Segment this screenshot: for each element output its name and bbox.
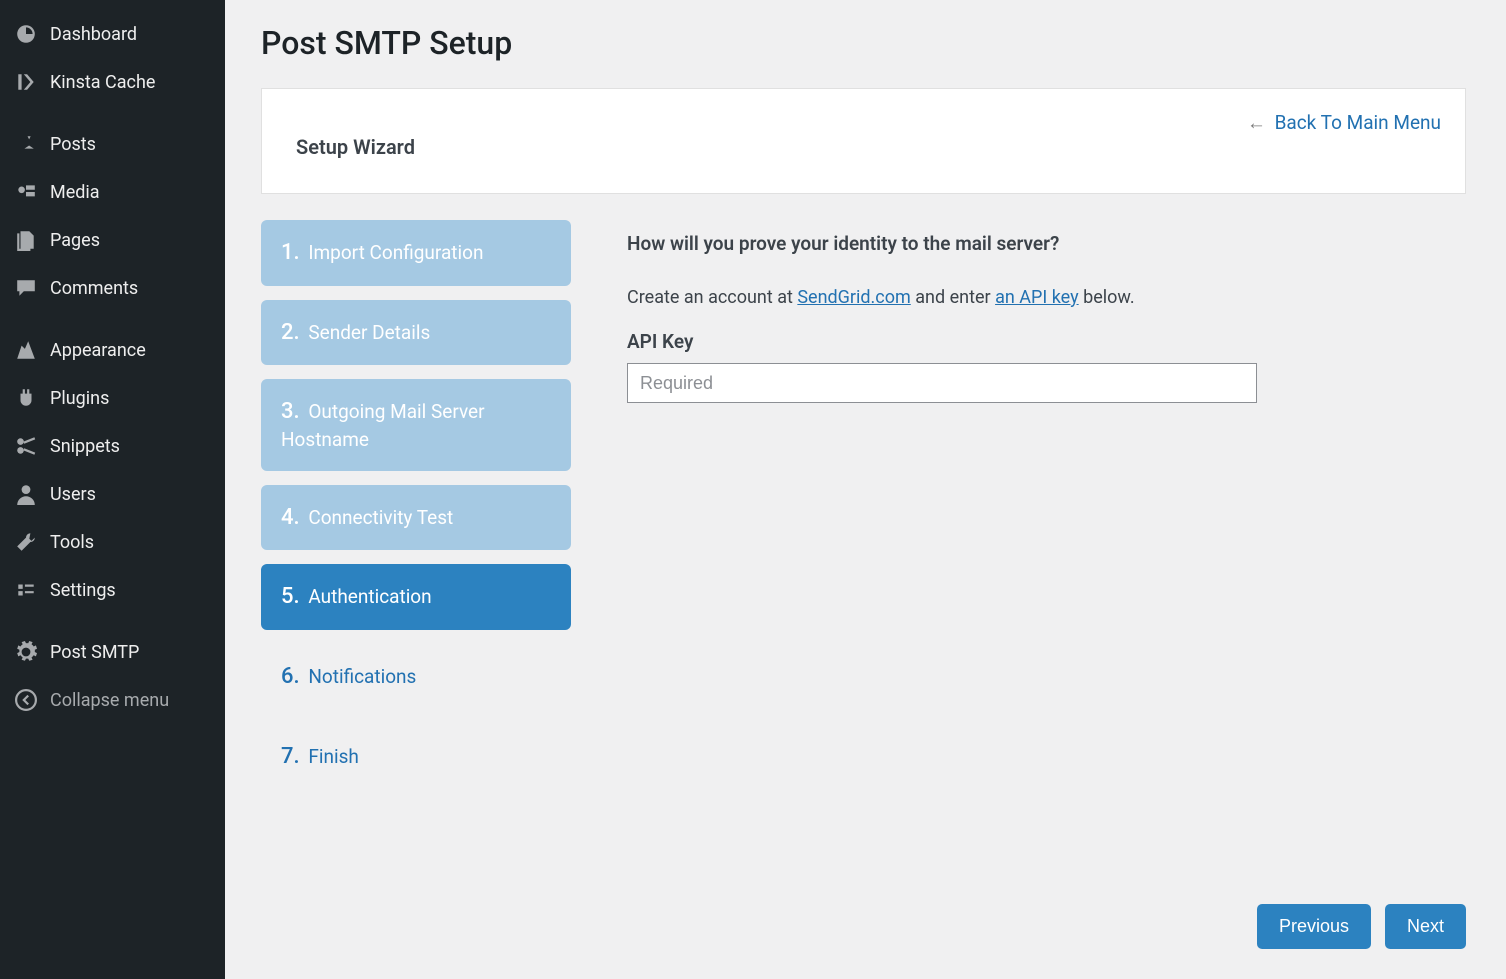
sidebar-item-plugins[interactable]: Plugins (0, 374, 225, 422)
admin-sidebar: Dashboard Kinsta Cache Posts Media Pages… (0, 0, 225, 979)
step-label: Authentication (308, 585, 431, 608)
sidebar-item-media[interactable]: Media (0, 168, 225, 216)
auth-question: How will you prove your identity to the … (627, 232, 1466, 255)
step-number: 5. (281, 584, 300, 609)
sidebar-item-post-smtp[interactable]: Post SMTP (0, 628, 225, 676)
sidebar-item-tools[interactable]: Tools (0, 518, 225, 566)
collapse-icon (14, 688, 38, 712)
plugins-icon (14, 386, 38, 410)
settings-icon (14, 578, 38, 602)
step-label: Finish (308, 745, 359, 768)
sidebar-item-snippets[interactable]: Snippets (0, 422, 225, 470)
step-label: Sender Details (308, 321, 430, 344)
sidebar-item-label: Pages (50, 230, 100, 251)
step-label: Notifications (308, 665, 416, 688)
content-area: Post SMTP Setup ← Back To Main Menu Setu… (225, 0, 1506, 979)
step-connectivity-test[interactable]: 4. Connectivity Test (261, 485, 571, 551)
sidebar-item-label: Dashboard (50, 24, 137, 45)
sidebar-item-label: Snippets (50, 436, 120, 457)
sidebar-item-label: Post SMTP (50, 642, 139, 663)
step-notifications[interactable]: 6. Notifications (261, 644, 571, 710)
sidebar-separator (0, 614, 225, 628)
step-number: 3. (281, 399, 300, 424)
step-label: Import Configuration (308, 241, 483, 264)
api-key-link[interactable]: an API key (995, 287, 1079, 308)
comments-icon (14, 276, 38, 300)
sidebar-item-label: Posts (50, 134, 96, 155)
api-key-input[interactable] (627, 363, 1257, 403)
back-to-main-link[interactable]: ← Back To Main Menu (1247, 111, 1441, 135)
appearance-icon (14, 338, 38, 362)
pin-icon (14, 132, 38, 156)
tools-icon (14, 530, 38, 554)
sidebar-separator (0, 312, 225, 326)
dashboard-icon (14, 22, 38, 46)
page-title: Post SMTP Setup (261, 24, 1466, 62)
api-key-label: API Key (627, 330, 1466, 353)
step-label: Connectivity Test (308, 506, 453, 529)
back-link-text: Back To Main Menu (1275, 111, 1441, 134)
snippets-icon (14, 434, 38, 458)
sidebar-item-label: Users (50, 484, 96, 505)
wizard-steps: 1. Import Configuration 2. Sender Detail… (261, 220, 571, 803)
users-icon (14, 482, 38, 506)
step-label: Outgoing Mail Server Hostname (281, 400, 485, 451)
sidebar-item-appearance[interactable]: Appearance (0, 326, 225, 374)
step-outgoing-mail-server[interactable]: 3. Outgoing Mail Server Hostname (261, 379, 571, 470)
sidebar-item-label: Tools (50, 532, 94, 553)
instruction-text: and enter (911, 287, 995, 308)
wizard-header-panel: ← Back To Main Menu Setup Wizard (261, 88, 1466, 194)
sidebar-item-comments[interactable]: Comments (0, 264, 225, 312)
sidebar-item-dashboard[interactable]: Dashboard (0, 10, 225, 58)
step-import-configuration[interactable]: 1. Import Configuration (261, 220, 571, 286)
step-number: 6. (281, 664, 300, 689)
panel-title: Setup Wizard (296, 135, 1431, 159)
sidebar-separator (0, 106, 225, 120)
step-number: 2. (281, 320, 300, 345)
sidebar-item-label: Collapse menu (50, 690, 169, 711)
media-icon (14, 180, 38, 204)
sidebar-item-pages[interactable]: Pages (0, 216, 225, 264)
pages-icon (14, 228, 38, 252)
step-number: 1. (281, 240, 300, 265)
sidebar-item-label: Kinsta Cache (50, 72, 155, 93)
previous-button[interactable]: Previous (1257, 904, 1371, 949)
sidebar-item-settings[interactable]: Settings (0, 566, 225, 614)
sidebar-item-users[interactable]: Users (0, 470, 225, 518)
sidebar-item-label: Appearance (50, 340, 146, 361)
arrow-left-icon: ← (1247, 111, 1266, 134)
sidebar-item-label: Media (50, 182, 100, 203)
sidebar-item-posts[interactable]: Posts (0, 120, 225, 168)
step-authentication[interactable]: 5. Authentication (261, 564, 571, 630)
step-sender-details[interactable]: 2. Sender Details (261, 300, 571, 366)
instruction-text: Create an account at (627, 287, 797, 308)
instruction-text: below. (1079, 287, 1135, 308)
next-button[interactable]: Next (1385, 904, 1466, 949)
sidebar-item-kinsta-cache[interactable]: Kinsta Cache (0, 58, 225, 106)
wizard-body: 1. Import Configuration 2. Sender Detail… (261, 220, 1466, 803)
wizard-nav-buttons: Previous Next (1257, 904, 1466, 949)
sidebar-item-label: Comments (50, 278, 138, 299)
step-number: 7. (281, 744, 300, 769)
step-finish[interactable]: 7. Finish (261, 724, 571, 790)
auth-instruction: Create an account at SendGrid.com and en… (627, 287, 1466, 308)
sendgrid-link[interactable]: SendGrid.com (797, 287, 910, 308)
kinsta-icon (14, 70, 38, 94)
sidebar-item-label: Plugins (50, 388, 109, 409)
step-number: 4. (281, 505, 300, 530)
sidebar-item-label: Settings (50, 580, 116, 601)
wizard-main: How will you prove your identity to the … (627, 220, 1466, 403)
sidebar-item-collapse[interactable]: Collapse menu (0, 676, 225, 724)
gear-icon (14, 640, 38, 664)
